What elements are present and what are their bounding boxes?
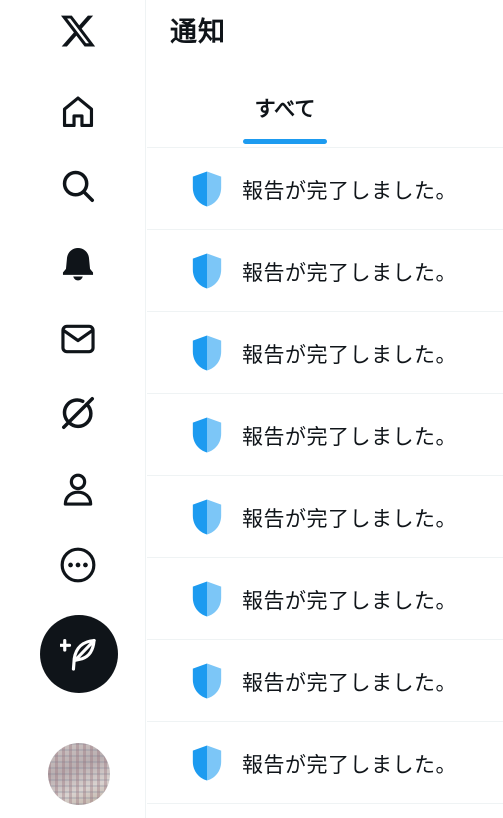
search-icon bbox=[62, 170, 94, 202]
nav-grok[interactable] bbox=[39, 382, 117, 444]
notifications-bell-icon bbox=[62, 247, 94, 281]
compose-post-icon bbox=[60, 638, 96, 671]
x-logo-icon bbox=[60, 15, 96, 47]
notification-item[interactable]: 報告が完了しました。 bbox=[147, 476, 503, 558]
nav-home[interactable] bbox=[39, 81, 117, 143]
shield-icon bbox=[192, 171, 222, 207]
notification-item[interactable]: 報告が完了しました。 bbox=[147, 148, 503, 230]
notification-text: 報告が完了しました。 bbox=[242, 261, 457, 285]
shield-icon bbox=[192, 335, 222, 371]
messages-mail-icon bbox=[61, 324, 95, 354]
nav-search[interactable] bbox=[39, 155, 117, 217]
notification-text: 報告が完了しました。 bbox=[242, 507, 457, 531]
notification-item[interactable]: 報告が完了しました。 bbox=[147, 640, 503, 722]
notification-text: 報告が完了しました。 bbox=[242, 179, 457, 203]
tab-all-label: すべて bbox=[254, 97, 316, 121]
x-logo-link[interactable] bbox=[39, 0, 117, 62]
notification-item[interactable]: 報告が完了しました。 bbox=[147, 558, 503, 640]
more-icon bbox=[60, 547, 96, 583]
shield-icon bbox=[192, 581, 222, 617]
tab-active-indicator bbox=[243, 139, 327, 144]
notification-item[interactable]: 報告が完了しました。 bbox=[147, 394, 503, 476]
nav-notifications[interactable] bbox=[39, 232, 117, 294]
home-icon bbox=[62, 96, 94, 128]
compose-post-button[interactable] bbox=[40, 615, 118, 693]
page-title: 通知 bbox=[170, 17, 226, 48]
sidebar-nav bbox=[0, 0, 146, 818]
notification-item[interactable]: 報告が完了しました。 bbox=[147, 722, 503, 804]
notification-text: 報告が完了しました。 bbox=[242, 671, 457, 695]
notification-text: 報告が完了しました。 bbox=[242, 753, 457, 777]
notifications-column: 通知 すべて 報告が完了しました。 報告が完了しました。 報告が完了しました。 … bbox=[147, 0, 503, 818]
nav-messages[interactable] bbox=[39, 308, 117, 370]
shield-icon bbox=[192, 499, 222, 535]
nav-profile[interactable] bbox=[39, 458, 117, 520]
profile-person-icon bbox=[63, 473, 93, 506]
tab-all[interactable]: すべて bbox=[243, 78, 327, 144]
notification-text: 報告が完了しました。 bbox=[242, 343, 457, 367]
nav-more[interactable] bbox=[39, 534, 117, 596]
notification-item[interactable]: 報告が完了しました。 bbox=[147, 230, 503, 312]
shield-icon bbox=[192, 663, 222, 699]
shield-icon bbox=[192, 417, 222, 453]
account-avatar[interactable] bbox=[48, 743, 110, 805]
grok-icon bbox=[62, 397, 94, 429]
notification-text: 報告が完了しました。 bbox=[242, 425, 457, 449]
shield-icon bbox=[192, 745, 222, 781]
notification-item[interactable]: 報告が完了しました。 bbox=[147, 312, 503, 394]
notification-text: 報告が完了しました。 bbox=[242, 589, 457, 613]
shield-icon bbox=[192, 253, 222, 289]
